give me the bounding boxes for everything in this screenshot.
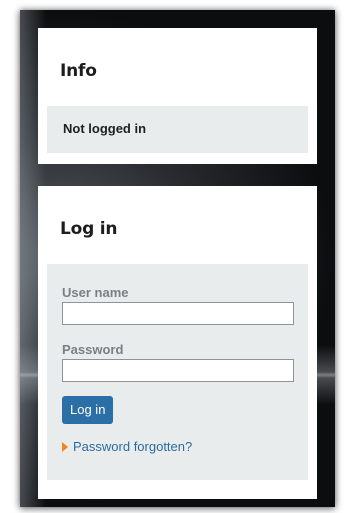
login-button[interactable]: Log in bbox=[62, 396, 114, 424]
username-input[interactable] bbox=[62, 302, 294, 325]
login-status-text: Not logged in bbox=[63, 121, 147, 136]
dark-background-frame: Info Not logged in Log in User name Pass… bbox=[20, 10, 335, 507]
login-title: Log in bbox=[60, 219, 118, 239]
password-label: Password bbox=[62, 342, 124, 357]
password-input[interactable] bbox=[62, 359, 294, 382]
username-label: User name bbox=[62, 285, 129, 300]
login-box: Log in User name Password Log in Passwor… bbox=[38, 186, 317, 499]
login-form: User name Password Log in Password forgo… bbox=[47, 264, 308, 480]
info-box: Info Not logged in bbox=[38, 28, 317, 164]
password-forgotten-row: Password forgotten? bbox=[62, 439, 293, 454]
info-title: Info bbox=[60, 61, 97, 81]
info-status-panel: Not logged in bbox=[47, 106, 308, 153]
arrow-right-icon bbox=[62, 441, 68, 452]
password-forgotten-link[interactable]: Password forgotten? bbox=[73, 439, 192, 454]
